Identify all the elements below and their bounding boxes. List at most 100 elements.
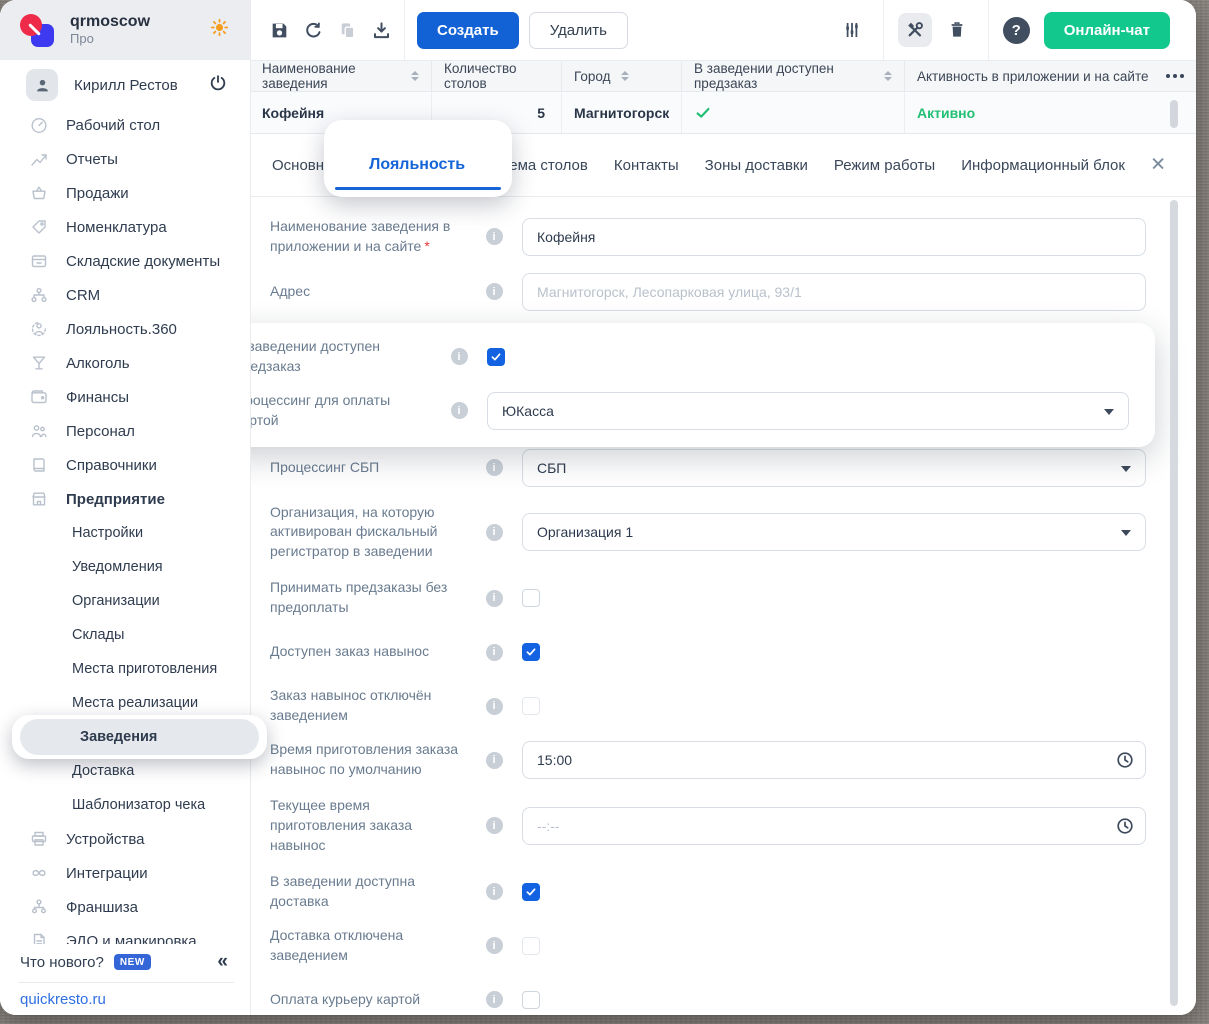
tab-contacts[interactable]: Контакты xyxy=(614,157,679,174)
sidebar-item-devices[interactable]: Устройства xyxy=(0,822,250,856)
fiscal-org-select[interactable]: Организация 1 xyxy=(522,513,1146,551)
info-icon[interactable]: i xyxy=(486,752,503,769)
venue-name-input[interactable] xyxy=(522,218,1146,256)
sort-icon[interactable] xyxy=(884,71,892,81)
address-input[interactable] xyxy=(522,273,1146,311)
loyalty-icon xyxy=(29,319,49,339)
tab-delivery-zones[interactable]: Зоны доставки xyxy=(705,157,808,174)
sort-icon[interactable] xyxy=(411,71,419,81)
form-row-fiscal-org: Организация, на которую активирован фиск… xyxy=(270,503,1146,563)
sidebar-item-loyalty360[interactable]: Лояльность.360 xyxy=(0,312,250,346)
user-row[interactable]: Кирилл Рестов xyxy=(0,64,250,106)
close-icon[interactable]: ✕ xyxy=(1150,154,1166,177)
sidebar-subitem-organizations[interactable]: Организации xyxy=(0,584,250,618)
new-badge: NEW xyxy=(114,954,151,970)
sidebar-subitem-warehouses[interactable]: Склады xyxy=(0,618,250,652)
sidebar-item-enterprise[interactable]: Предприятие xyxy=(0,482,250,516)
info-icon[interactable]: i xyxy=(451,348,468,365)
sidebar-item-reports[interactable]: Отчеты xyxy=(0,142,250,176)
sidebar-item-dashboard[interactable]: Рабочий стол xyxy=(0,108,250,142)
form-row-takeaway-time-current: Текущее время приготовления заказа навын… xyxy=(270,796,1146,856)
tab-loyalty[interactable]: Лояльность xyxy=(369,156,465,174)
column-header-city[interactable]: Город xyxy=(562,61,682,91)
trash-icon[interactable] xyxy=(940,13,974,47)
create-button[interactable]: Создать xyxy=(417,12,519,49)
devices-icon xyxy=(29,829,49,849)
column-header-activity[interactable]: Активность в приложении и на сайте xyxy=(905,61,1196,91)
finance-icon xyxy=(29,387,49,407)
column-header-preorder[interactable]: В заведении доступен предзаказ xyxy=(682,61,905,91)
tab-working-hours[interactable]: Режим работы xyxy=(834,157,935,174)
copy-icon[interactable] xyxy=(330,13,364,47)
sidebar-item-staff[interactable]: Персонал xyxy=(0,414,250,448)
info-icon[interactable]: i xyxy=(486,228,503,245)
sidebar-item-alcohol[interactable]: Алкоголь xyxy=(0,346,250,380)
form-row-preorder-available: В заведении доступен предзаказ i xyxy=(235,337,1129,377)
column-header-tables-count[interactable]: Количество столов xyxy=(432,61,562,91)
venue-form: Наименование заведения в приложении и на… xyxy=(250,197,1196,1015)
sort-icon[interactable] xyxy=(621,71,629,81)
sidebar-item-integrations[interactable]: Интеграции xyxy=(0,856,250,890)
collapse-sidebar-icon[interactable]: « xyxy=(217,951,228,973)
form-scrollbar[interactable] xyxy=(1170,200,1178,1006)
staff-icon xyxy=(29,421,49,441)
more-options-icon[interactable] xyxy=(1166,74,1184,78)
export-download-icon[interactable] xyxy=(364,13,398,47)
info-icon[interactable]: i xyxy=(451,402,468,419)
whats-new-link[interactable]: Что нового? xyxy=(20,954,104,971)
takeaway-time-current-input[interactable] xyxy=(522,807,1146,845)
info-icon[interactable]: i xyxy=(486,524,503,541)
table-header: Наименование заведения Количество столов… xyxy=(250,60,1196,92)
online-chat-button[interactable]: Онлайн-чат xyxy=(1044,12,1170,49)
form-row-takeaway-time-default: Время приготовления заказа навынос по ум… xyxy=(270,740,1146,780)
courier-card-checkbox[interactable] xyxy=(522,991,540,1009)
sidebar-subitem-prep-places[interactable]: Места приготовления xyxy=(0,652,250,686)
help-icon[interactable]: ? xyxy=(1003,17,1030,44)
sidebar-subitem-receipt-template[interactable]: Шаблонизатор чека xyxy=(0,788,250,822)
tag-icon xyxy=(29,217,49,237)
info-icon[interactable]: i xyxy=(486,459,503,476)
delivery-disabled-checkbox[interactable] xyxy=(522,937,540,955)
preorder-checkbox[interactable] xyxy=(487,348,505,366)
delivery-checkbox[interactable] xyxy=(522,883,540,901)
takeaway-time-default-input[interactable] xyxy=(522,741,1146,779)
tab-info-block[interactable]: Информационный блок xyxy=(961,157,1125,174)
check-icon xyxy=(694,104,712,122)
logout-power-icon[interactable] xyxy=(208,73,228,98)
delete-button[interactable]: Удалить xyxy=(529,12,628,49)
table-scrollbar[interactable] xyxy=(1170,100,1178,128)
preorder-no-prepay-checkbox[interactable] xyxy=(522,589,540,607)
info-icon[interactable]: i xyxy=(486,991,503,1008)
info-icon[interactable]: i xyxy=(486,698,503,715)
info-icon[interactable]: i xyxy=(486,937,503,954)
theme-sun-icon[interactable] xyxy=(209,17,230,43)
info-icon[interactable]: i xyxy=(486,644,503,661)
sidebar-subitem-delivery[interactable]: Доставка xyxy=(0,754,250,788)
info-icon[interactable]: i xyxy=(486,817,503,834)
sidebar-item-crm[interactable]: CRM xyxy=(0,278,250,312)
sidebar-item-franchise[interactable]: Франшиза xyxy=(0,890,250,924)
refresh-icon[interactable] xyxy=(296,13,330,47)
column-header-venue-name[interactable]: Наименование заведения xyxy=(250,61,432,91)
user-avatar xyxy=(26,69,58,101)
sidebar-item-nomenclature[interactable]: Номенклатура xyxy=(0,210,250,244)
info-icon[interactable]: i xyxy=(486,883,503,900)
app-window: qrmoscow Про Кирилл Рестов Рабочий стол … xyxy=(0,0,1196,1015)
sidebar-item-warehouse-docs[interactable]: Складские документы xyxy=(0,244,250,278)
card-processing-select[interactable]: ЮКасса xyxy=(487,392,1129,430)
sidebar-subitem-notifications[interactable]: Уведомления xyxy=(0,550,250,584)
sidebar-subitem-settings[interactable]: Настройки xyxy=(0,516,250,550)
sidebar-subitem-venues[interactable]: Заведения xyxy=(0,720,250,754)
filter-sliders-icon[interactable] xyxy=(835,13,869,47)
sbp-processing-select[interactable]: СБП xyxy=(522,449,1146,487)
info-icon[interactable]: i xyxy=(486,590,503,607)
sidebar-item-sales[interactable]: Продажи xyxy=(0,176,250,210)
tools-icon[interactable] xyxy=(898,13,932,47)
save-icon[interactable] xyxy=(262,13,296,47)
sidebar-item-finance[interactable]: Финансы xyxy=(0,380,250,414)
quickresto-site-link[interactable]: quickresto.ru xyxy=(0,983,250,1015)
takeaway-checkbox[interactable] xyxy=(522,643,540,661)
info-icon[interactable]: i xyxy=(486,283,503,300)
takeaway-disabled-checkbox[interactable] xyxy=(522,697,540,715)
sidebar-item-directories[interactable]: Справочники xyxy=(0,448,250,482)
